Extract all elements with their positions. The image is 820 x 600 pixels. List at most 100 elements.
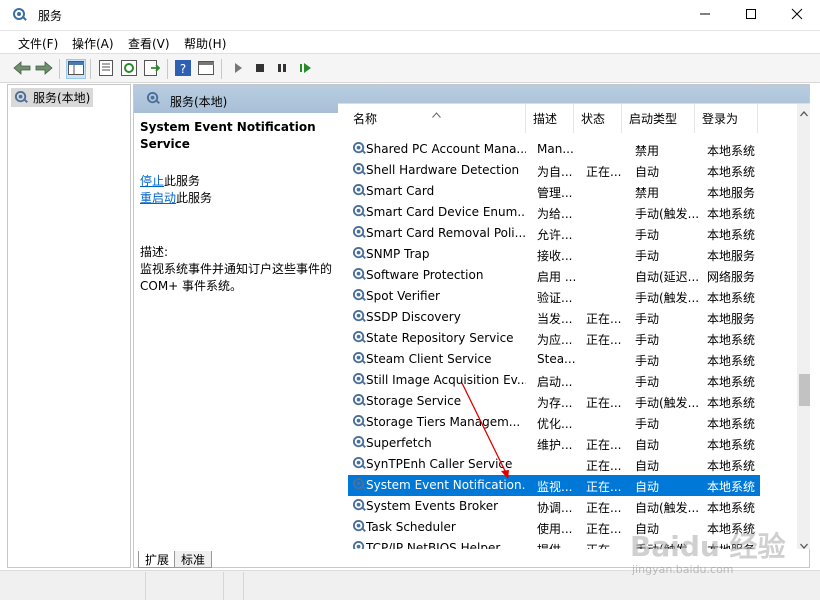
back-icon: [13, 60, 31, 78]
show-pane-icon: [198, 60, 214, 78]
table-row[interactable]: SNMP Trap 接收... 手动 本地服务: [348, 244, 760, 265]
service-startup-cell: 手动: [635, 375, 660, 389]
refresh-button[interactable]: [119, 59, 139, 79]
description-text: 监视系统事件并通知订户这些事件的 COM+ 事件系统。: [140, 262, 333, 293]
table-row[interactable]: System Events Broker 协调... 正在... 自动(触发... 本地…: [348, 496, 760, 517]
table-row[interactable]: State Repository Service 为应... 正在... 手动 本地系统: [348, 328, 760, 349]
export-list-icon: [144, 59, 161, 79]
selected-service-name: System Event Notification Service: [140, 120, 316, 151]
tab-extended[interactable]: 扩展: [138, 551, 177, 568]
forward-button[interactable]: [34, 59, 54, 79]
table-row[interactable]: Smart Card 管理... 禁用 本地服务: [348, 181, 760, 202]
service-name-cell: Shared PC Account Mana...: [366, 142, 526, 156]
panel-header-title: 服务(本地): [170, 95, 228, 109]
menu-action[interactable]: 操作(A): [72, 35, 114, 52]
stop-service-icon: [254, 62, 266, 77]
service-gear-icon: [352, 141, 367, 159]
console-tree: 服务(本地): [7, 84, 131, 568]
service-logon-cell: 本地系统: [707, 228, 756, 242]
service-logon-cell: 本地系统: [707, 291, 756, 305]
table-row[interactable]: Shared PC Account Mana... Man... 禁用 本地系统: [348, 139, 760, 160]
service-status-cell: 正在...: [586, 459, 622, 473]
show-hide-tree-button[interactable]: [66, 59, 86, 79]
service-name-cell: Smart Card: [366, 184, 435, 198]
service-name-cell: Shell Hardware Detection: [366, 163, 520, 177]
table-row[interactable]: Smart Card Removal Poli... 允许... 手动 本地系统: [348, 223, 760, 244]
stop-service-button[interactable]: [250, 59, 270, 79]
menu-file[interactable]: 文件(F): [18, 35, 58, 52]
table-row[interactable]: System Event Notification... 监视... 正在... 自动…: [348, 475, 760, 496]
service-gear-icon: [352, 372, 367, 390]
table-row[interactable]: Software Protection 启用 ... 自动(延迟... 网络服务: [348, 265, 760, 286]
status-segment: [0, 572, 146, 600]
column-status[interactable]: 状态: [574, 104, 622, 133]
service-description-cell: 提供...: [537, 541, 581, 549]
table-row[interactable]: Spot Verifier 验证... 手动(触发... 本地系统: [348, 286, 760, 307]
service-logon-cell: 本地服务: [707, 249, 756, 263]
service-name-cell: Task Scheduler: [366, 520, 456, 534]
scroll-thumb[interactable]: [799, 374, 810, 406]
service-name-cell: System Event Notification...: [366, 478, 526, 492]
column-startup-type[interactable]: 启动类型: [622, 104, 695, 133]
service-description-cell: 允许...: [537, 228, 573, 242]
close-icon: [791, 8, 803, 23]
scroll-down-icon[interactable]: [800, 538, 808, 549]
pause-service-button[interactable]: [272, 59, 292, 79]
menu-view[interactable]: 查看(V): [128, 35, 170, 52]
table-row[interactable]: Steam Client Service Stea... 手动 本地系统: [348, 349, 760, 370]
service-startup-cell: 手动: [635, 312, 660, 326]
service-gear-icon: [352, 456, 367, 474]
minimize-button[interactable]: [682, 0, 728, 31]
tree-node-services-local[interactable]: 服务(本地): [11, 88, 94, 107]
service-name-cell: SynTPEnh Caller Service: [366, 457, 513, 471]
scroll-up-icon[interactable]: [800, 106, 808, 120]
service-logon-cell: 本地系统: [707, 396, 756, 410]
maximize-button[interactable]: [728, 0, 774, 31]
service-logon-cell: 本地系统: [707, 207, 756, 221]
service-description-cell: 监视...: [537, 480, 573, 494]
service-startup-cell: 自动: [635, 480, 660, 494]
table-row[interactable]: SSDP Discovery 当发... 正在... 手动 本地服务: [348, 307, 760, 328]
tab-standard[interactable]: 标准: [174, 551, 213, 568]
table-row[interactable]: Shell Hardware Detection 为自... 正在... 自动 本地系统: [348, 160, 760, 181]
service-logon-cell: 网络服务: [707, 270, 756, 284]
table-row[interactable]: Storage Service 为存... 正在... 手动(触发... 本地系统: [348, 391, 760, 412]
help-button[interactable]: ?: [173, 59, 193, 79]
start-service-button[interactable]: [228, 59, 248, 79]
show-pane-button[interactable]: [196, 59, 216, 79]
restart-service-link[interactable]: 重启动: [140, 191, 176, 205]
maximize-icon: [745, 8, 757, 23]
service-status-cell: 正在...: [586, 438, 622, 452]
service-status-cell: 正在...: [586, 165, 622, 179]
service-startup-cell: 手动(触发...: [635, 396, 700, 410]
service-description-cell: 为应...: [537, 333, 573, 347]
stop-service-suffix: 此服务: [164, 174, 201, 188]
service-startup-cell: 手动: [635, 417, 660, 431]
service-gear-icon: [352, 414, 367, 432]
close-button[interactable]: [774, 0, 820, 31]
table-row[interactable]: Smart Card Device Enum... 为给... 手动(触发... 本地…: [348, 202, 760, 223]
service-name-cell: TCP/IP NetBIOS Helper: [366, 541, 501, 549]
table-row[interactable]: SynTPEnh Caller Service 正在... 自动 本地系统: [348, 454, 760, 475]
vertical-scrollbar[interactable]: [797, 104, 810, 549]
table-row[interactable]: Superfetch 维护... 正在... 自动 本地系统: [348, 433, 760, 454]
table-row[interactable]: Storage Tiers Managem... 优化... 手动 本地系统: [348, 412, 760, 433]
table-row[interactable]: TCP/IP NetBIOS Helper 提供... 正在... 手动(触发...本…: [348, 538, 760, 549]
stop-service-link[interactable]: 停止: [140, 174, 164, 188]
service-logon-cell: 本地系统: [707, 375, 756, 389]
service-startup-cell: 手动: [635, 333, 660, 347]
export-list-button[interactable]: [142, 59, 162, 79]
service-description-pane: System Event Notification Service 停止此服务 …: [140, 119, 336, 295]
back-button[interactable]: [12, 59, 32, 79]
restart-service-button[interactable]: [296, 59, 316, 79]
service-startup-cell: 手动(触发...: [635, 291, 700, 305]
service-logon-cell: 本地系统: [707, 165, 756, 179]
column-name[interactable]: 名称: [346, 104, 526, 133]
properties-button[interactable]: [96, 59, 116, 79]
service-gear-icon: [352, 393, 367, 411]
column-description[interactable]: 描述: [526, 104, 574, 133]
column-logon-as[interactable]: 登录为: [695, 104, 758, 133]
table-row[interactable]: Task Scheduler 使用... 正在... 自动 本地系统: [348, 517, 760, 538]
table-row[interactable]: Still Image Acquisition Ev... 启动... 手动 本地系统: [348, 370, 760, 391]
menu-help[interactable]: 帮助(H): [184, 35, 226, 52]
